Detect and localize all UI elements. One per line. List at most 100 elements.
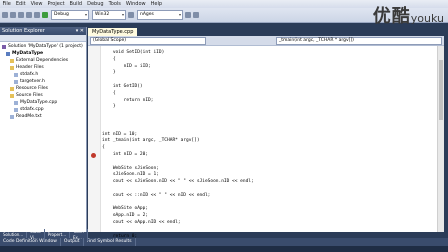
save-icon[interactable] xyxy=(18,12,24,18)
tab-mydatatype-cpp[interactable]: MyDataType.cpp xyxy=(88,28,138,36)
tree-item[interactable]: MyDataType.cpp xyxy=(0,99,86,106)
tree-item[interactable]: Solution 'MyDataType' (1 project) xyxy=(0,43,86,50)
find-input[interactable]: nAges ▾ xyxy=(137,10,183,20)
tree-item-label: Header Files xyxy=(16,65,44,70)
code-line[interactable]: cout << sJieSoon.nID << " " << sJieSoon.… xyxy=(102,179,254,186)
tree-item-label: stdafx.h xyxy=(20,72,39,77)
tree-item[interactable]: stdafx.cpp xyxy=(0,106,86,113)
folder-icon xyxy=(10,93,14,98)
sidebar-tabs: Solution... Class Vi... Propert... Team Ex.… xyxy=(0,229,88,241)
menu-tools[interactable]: Tools xyxy=(106,0,123,8)
code-line[interactable]: } xyxy=(102,70,254,77)
code-line[interactable] xyxy=(102,125,254,132)
menu-file[interactable]: File xyxy=(0,0,13,8)
code-line[interactable]: return nID; xyxy=(102,98,254,105)
file-icon xyxy=(10,114,14,119)
folder-icon xyxy=(10,86,14,91)
platform-select[interactable]: Win32 ▾ xyxy=(92,10,126,20)
menu-help[interactable]: Help xyxy=(148,0,164,8)
sidebar-tab[interactable]: Propert... xyxy=(45,232,71,238)
tree-item-label: External Dependencies xyxy=(16,58,69,63)
code-line[interactable] xyxy=(102,227,254,234)
project-icon xyxy=(6,51,10,56)
folder-icon xyxy=(10,65,14,70)
code-line[interactable]: } xyxy=(102,104,254,111)
code-line[interactable]: { xyxy=(102,145,254,152)
start-debug-icon[interactable] xyxy=(42,12,48,18)
code-line[interactable] xyxy=(102,186,254,193)
find-in-files-icon[interactable] xyxy=(185,12,191,18)
code-area[interactable]: void SetID(int iID) { nID = iID; } int G… xyxy=(88,46,444,239)
tree-item-label: stdafx.cpp xyxy=(20,107,44,112)
bottom-tab[interactable]: Find Symbol Results xyxy=(84,238,136,246)
menu-edit[interactable]: Edit xyxy=(13,0,28,8)
indicator-margin[interactable] xyxy=(88,46,101,232)
menu-debug[interactable]: Debug xyxy=(85,0,106,8)
breakpoint-icon[interactable] xyxy=(91,153,96,158)
code-line[interactable]: cout << oApp.nID << endl; xyxy=(102,220,254,227)
file-icon xyxy=(14,107,18,112)
youku-logo: 优酷youku xyxy=(372,6,444,27)
vertical-scrollbar[interactable] xyxy=(437,46,444,232)
sidebar-tab[interactable]: Class Vi... xyxy=(27,229,45,241)
code-editor: MyDataType.cpp (Global Scope) _tmain(int… xyxy=(88,27,444,239)
scroll-thumb[interactable] xyxy=(439,60,443,120)
status-bar xyxy=(0,246,448,252)
menu-project[interactable]: Project xyxy=(45,0,67,8)
tree-item[interactable]: stdafx.h xyxy=(0,71,86,78)
code-line[interactable]: int nID = 20; xyxy=(102,152,254,159)
navigation-bar: (Global Scope) _tmain(int argc, _TCHAR *… xyxy=(88,36,444,46)
solution-tree: Solution 'MyDataType' (1 project) MyDataT… xyxy=(0,42,86,120)
tree-item-label: MyDataType xyxy=(12,51,44,56)
code-line[interactable]: { xyxy=(102,57,254,64)
code-line[interactable] xyxy=(102,77,254,84)
document-tabs: MyDataType.cpp xyxy=(88,27,444,36)
new-project-icon[interactable] xyxy=(2,12,8,18)
panel-pin-close-icon[interactable]: ▾ ✕ xyxy=(76,27,84,35)
file-icon xyxy=(14,72,18,77)
tree-item-label: Source Files xyxy=(16,93,43,98)
tree-item[interactable]: External Dependencies xyxy=(0,57,86,64)
file-icon xyxy=(14,100,18,105)
tree-item[interactable]: Resource Files xyxy=(0,85,86,92)
source-code[interactable]: void SetID(int iID) { nID = iID; } int G… xyxy=(102,50,254,240)
code-line[interactable]: nID = iID; xyxy=(102,64,254,71)
bottom-tool-tabs: Code Definition Window Output Find Symbol … xyxy=(0,238,448,246)
tree-item-label: Solution 'MyDataType' (1 project) xyxy=(8,44,83,49)
code-line[interactable] xyxy=(102,159,254,166)
sidebar-tab[interactable]: Team Ex... xyxy=(70,229,88,241)
menu-window[interactable]: Window xyxy=(123,0,148,8)
code-line[interactable]: void SetID(int iID) xyxy=(102,50,254,57)
solution-explorer-toolbar xyxy=(0,35,86,42)
tree-item-label: targetver.h xyxy=(20,79,45,84)
tree-item[interactable]: Header Files xyxy=(0,64,86,71)
code-line[interactable] xyxy=(102,111,254,118)
configuration-select[interactable]: Debug ▾ xyxy=(51,10,89,20)
solution-explorer-icon[interactable] xyxy=(193,12,199,18)
tree-item[interactable]: Source Files xyxy=(0,92,86,99)
tree-item-label: Resource Files xyxy=(16,86,48,91)
open-icon[interactable] xyxy=(10,12,16,18)
menu-view[interactable]: View xyxy=(28,0,45,8)
file-icon xyxy=(14,79,18,84)
tree-item-label: ReadMe.txt xyxy=(16,114,42,119)
tree-item[interactable]: targetver.h xyxy=(0,78,86,85)
undo-icon[interactable] xyxy=(26,12,32,18)
sidebar-tab[interactable]: Solution... xyxy=(0,232,28,238)
code-line[interactable]: oApp.nID = 2; xyxy=(102,213,254,220)
solution-icon xyxy=(2,44,6,49)
menu-build[interactable]: Build xyxy=(67,0,85,8)
code-line[interactable]: { xyxy=(102,91,254,98)
folder-icon xyxy=(10,58,14,63)
redo-icon[interactable] xyxy=(34,12,40,18)
code-line[interactable]: int _tmain(int argc, _TCHAR* argv[]) xyxy=(102,138,254,145)
solution-explorer: Solution Explorer ▾ ✕ Solution 'MyDataTy… xyxy=(0,27,87,232)
code-line[interactable]: int GetID() xyxy=(102,84,254,91)
code-line[interactable]: cout << ::nID << " " << nID << endl; xyxy=(102,193,254,200)
member-select[interactable]: _tmain(int argc, _TCHAR * argv[]) xyxy=(276,36,442,45)
tree-item[interactable]: MyDataType xyxy=(0,50,86,57)
code-line[interactable] xyxy=(102,118,254,125)
scope-select[interactable]: (Global Scope) xyxy=(90,36,206,45)
find-icon[interactable] xyxy=(128,12,134,18)
tree-item[interactable]: ReadMe.txt xyxy=(0,113,86,120)
